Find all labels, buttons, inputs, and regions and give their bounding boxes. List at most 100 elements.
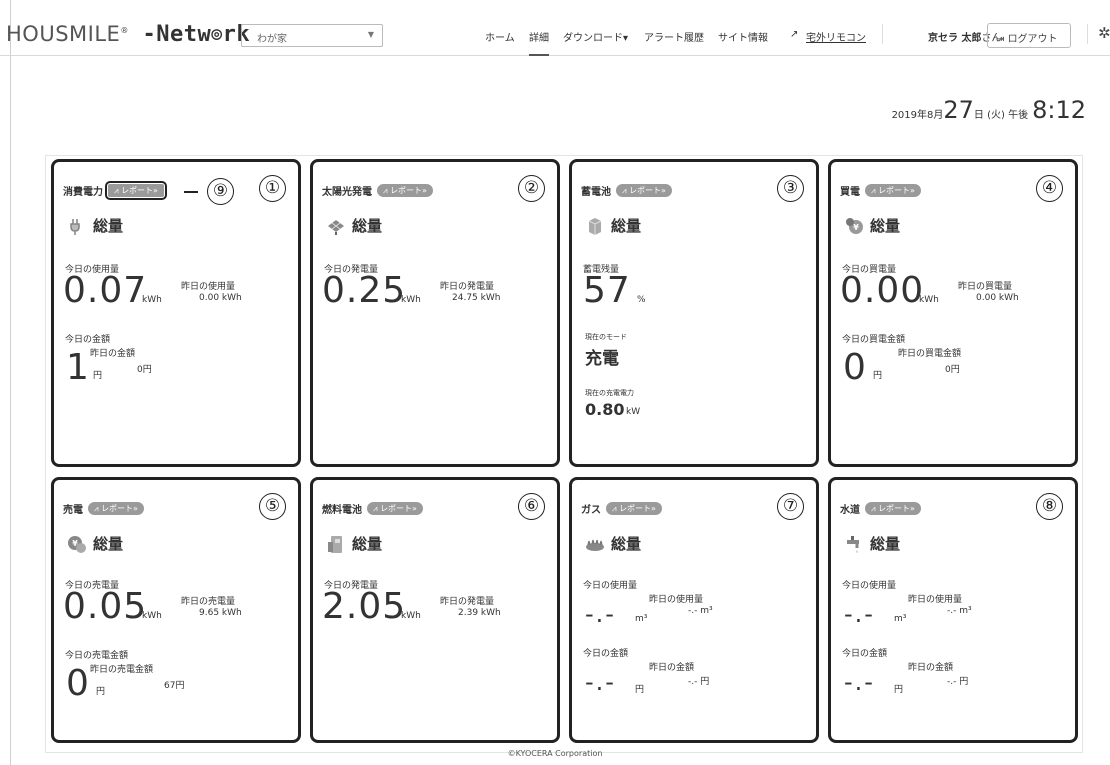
report-button[interactable]: ⩘ レポート» (616, 184, 672, 197)
card-title-row: 蓄電池 ⩘ レポート» (581, 183, 672, 198)
card-consumption[interactable]: 消費電力 ⩘ レポート» ⑨ ① 総量 今日の使用量 0.07 kWh 昨日の使… (51, 159, 301, 467)
card-title: 蓄電池 (581, 187, 611, 198)
logo-text: HOUSMILE (6, 22, 121, 46)
money-label: 今日の売電金額 (65, 651, 129, 661)
remain-unit: % (637, 295, 646, 305)
today-unit: m³ (894, 614, 907, 624)
subtitle-text: 総量 (870, 535, 901, 553)
subtitle-text: 総量 (611, 217, 642, 235)
logo-text-bold: -Netw (128, 22, 212, 47)
card-solar[interactable]: 太陽光発電 ⩘ レポート» ② 総量 今日の発電量 0.25 kWh 昨日の発電… (310, 159, 560, 467)
today-unit: kWh (142, 611, 162, 621)
report-button[interactable]: ⩘ レポート» (606, 502, 662, 515)
money-unit: 円 (93, 371, 103, 381)
yesterday-label: 昨日の使用量 (908, 595, 963, 605)
card-fuel-cell[interactable]: 燃料電池 ⩘ レポート» ⑥ 総量 今日の発電量 2.05 kWh 昨日の発電量… (310, 477, 560, 743)
card-battery[interactable]: 蓄電池 ⩘ レポート» ③ 総量 蓄電残量 57 % 現在のモード 充電 現在の… (569, 159, 819, 467)
card-gas[interactable]: ガス ⩘ レポート» ⑦ 総量 今日の使用量 昨日の使用量 -.- m³ -.-… (569, 477, 819, 743)
card-subtitle: 総量 (326, 215, 382, 236)
home-select-value: わが家 (257, 34, 287, 45)
report-button[interactable]: ⩘ レポート» (88, 502, 144, 515)
home-select[interactable]: わが家 ▼ (241, 24, 383, 47)
today-value: -.- (585, 600, 616, 628)
report-button[interactable]: ⩘ レポート» (865, 184, 921, 197)
today-unit: kWh (401, 295, 421, 305)
report-button[interactable]: ⩘ レポート» (367, 502, 423, 515)
yesterday-value: 2.39 kWh (458, 608, 501, 618)
report-label: レポート» (878, 504, 915, 513)
header: HOUSMILE® -Netw⌾rk わが家 ▼ ホーム 詳細 ダウンロード▾ … (0, 14, 1110, 56)
yesterday-label: 昨日の使用量 (649, 595, 704, 605)
nav-detail[interactable]: 詳細 (529, 29, 549, 56)
card-sale[interactable]: 売電 ⩘ レポート» ⑤ ¥ 総量 今日の売電量 0.05 kWh 昨日の売電量… (51, 477, 301, 743)
logo-o-icon: ⌾ (211, 25, 223, 46)
report-label: レポート» (619, 504, 656, 513)
nav-home[interactable]: ホーム (485, 29, 515, 44)
today-value: 0.05 (63, 586, 148, 627)
today-label: 今日の使用量 (842, 581, 897, 591)
yesterday-money-label: 昨日の売電金額 (90, 665, 154, 675)
money-unit: 円 (635, 685, 645, 695)
gear-icon[interactable]: ✲ (1098, 24, 1110, 42)
callout-number: ⑨ (207, 178, 234, 205)
money-unit: 円 (96, 687, 106, 697)
card-title-row: 太陽光発電 ⩘ レポート» (322, 183, 433, 198)
chevron-down-icon: ▼ (367, 30, 374, 39)
logo-mark: ® (120, 26, 129, 35)
card-title: 太陽光発電 (322, 187, 372, 198)
money-unit: 円 (873, 371, 883, 381)
card-number: ⑤ (259, 493, 286, 520)
card-subtitle: 総量 (844, 533, 900, 554)
external-link-icon: ↗ (790, 29, 799, 40)
logout-button[interactable]: ⇥ ログアウト (987, 23, 1071, 48)
card-subtitle: 総量 (67, 215, 123, 236)
card-purchase[interactable]: 買電 ⩘ レポート» ④ ¥ 総量 今日の買電量 0.00 kWh 昨日の買電量… (828, 159, 1078, 467)
subtitle-text: 総量 (93, 217, 124, 235)
nav-alert-history[interactable]: アラート履歴 (644, 29, 704, 44)
report-button[interactable]: ⩘ レポート» (865, 502, 921, 515)
report-button[interactable]: ⩘ レポート» (105, 181, 167, 200)
chart-icon: ⩘ (622, 186, 630, 195)
card-title: 水道 (840, 505, 860, 516)
money-value: 1 (66, 347, 90, 388)
nav-remote[interactable]: 宅外リモコン (806, 29, 866, 44)
card-number: ① (259, 175, 286, 202)
today-value: -.- (844, 600, 875, 628)
date-prefix: 2019年8月 (891, 110, 944, 121)
nav-site-info[interactable]: サイト情報 (718, 29, 768, 44)
app-logo[interactable]: HOUSMILE® -Netw⌾rk (6, 22, 250, 47)
nav-download[interactable]: ダウンロード▾ (563, 29, 628, 44)
subtitle-text: 総量 (870, 217, 901, 235)
card-number: ④ (1036, 175, 1063, 202)
yesterday-money-value: -.- 円 (688, 677, 710, 687)
battery-box-icon (588, 217, 602, 235)
card-title: 燃料電池 (322, 505, 362, 516)
time-value: 8:12 (1032, 96, 1086, 124)
yesterday-label: 昨日の売電量 (181, 597, 236, 607)
card-subtitle: ¥ 総量 (844, 215, 900, 236)
faucet-icon (847, 535, 859, 553)
card-water[interactable]: 水道 ⩘ レポート» ⑧ 総量 今日の使用量 昨日の使用量 -.- m³ -.-… (828, 477, 1078, 743)
mode-label: 現在のモード (585, 333, 627, 341)
money-value: 0 (843, 347, 867, 388)
card-title: 消費電力 (63, 187, 103, 198)
card-title-row: 燃料電池 ⩘ レポート» (322, 501, 423, 516)
report-button[interactable]: ⩘ レポート» (377, 184, 433, 197)
plug-icon (70, 218, 80, 235)
yesterday-money-label: 昨日の金額 (908, 663, 954, 673)
current-datetime: 2019年8月27日 (火) 午後 8:12 (892, 96, 1086, 124)
chart-icon: ⩘ (871, 186, 879, 195)
today-unit: kWh (142, 295, 162, 305)
today-unit: kWh (919, 295, 939, 305)
card-number: ⑥ (518, 493, 545, 520)
card-number: ⑦ (777, 493, 804, 520)
card-subtitle: 総量 (585, 215, 641, 236)
mode-value: 充電 (585, 349, 619, 369)
gas-burner-icon (586, 539, 604, 551)
card-number: ③ (777, 175, 804, 202)
today-value: 0.00 (840, 270, 925, 311)
chart-icon: ⩘ (114, 186, 122, 195)
yesterday-label: 昨日の発電量 (440, 597, 495, 607)
yesterday-label: 昨日の発電量 (440, 282, 495, 292)
card-number: ⑧ (1036, 493, 1063, 520)
